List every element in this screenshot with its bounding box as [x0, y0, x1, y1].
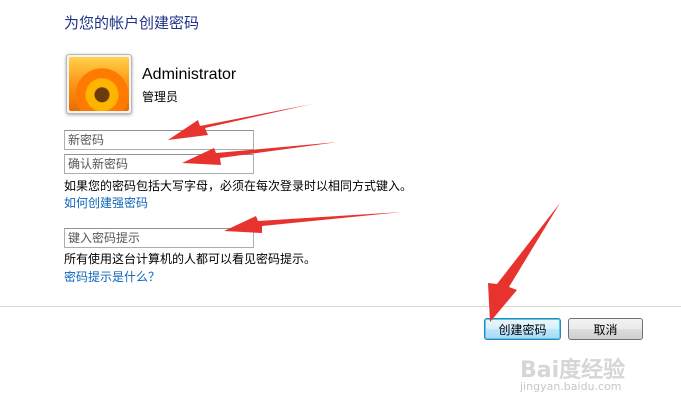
annotation-arrows	[168, 104, 560, 322]
arrow-to-new-password	[168, 104, 312, 140]
arrow-to-create-button	[488, 203, 560, 322]
arrow-to-password-hint	[224, 212, 402, 233]
baidu-watermark-url: jingyan.baidu.com	[520, 380, 622, 393]
arrow-to-confirm-password	[182, 142, 338, 165]
